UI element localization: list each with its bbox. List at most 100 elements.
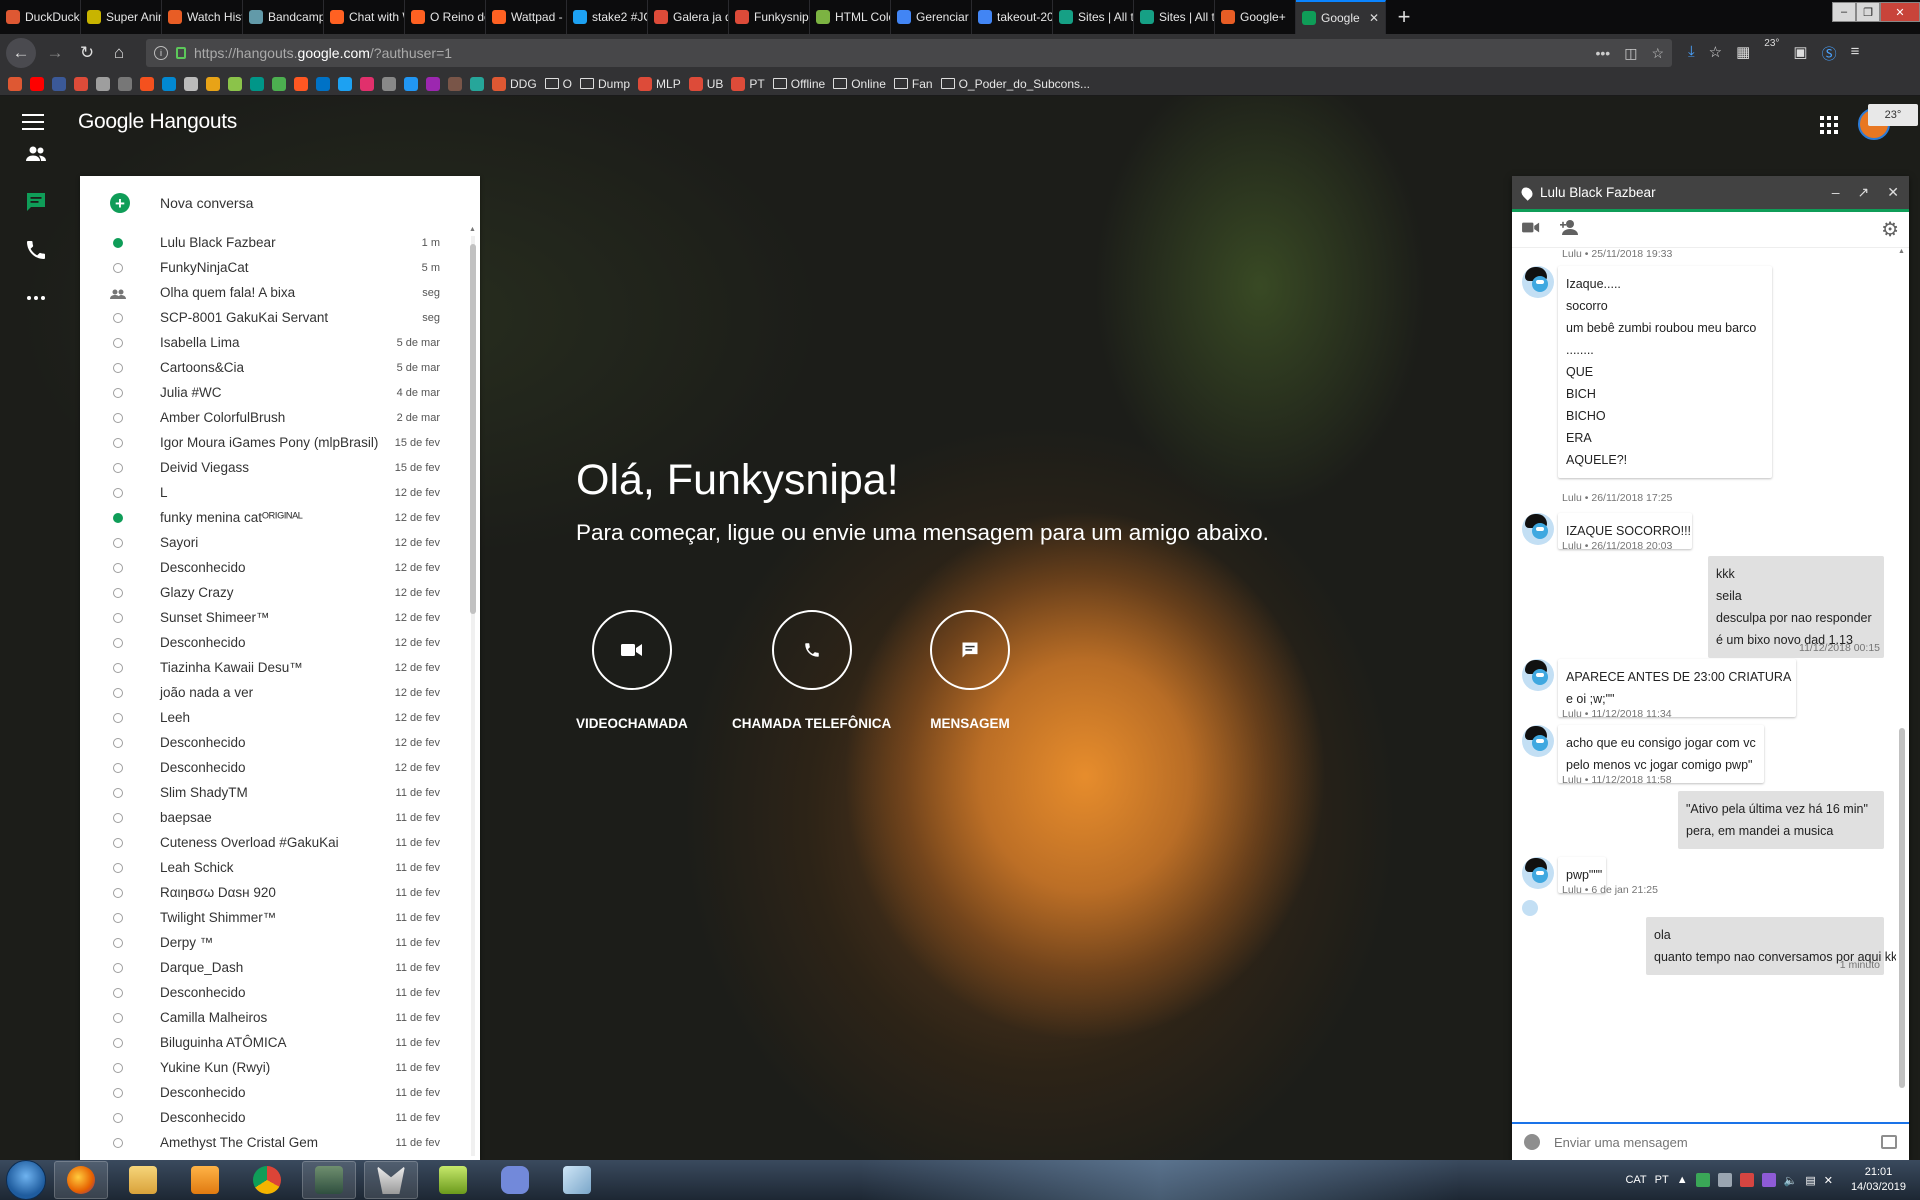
conversation-row[interactable]: Leeh 12 de fev [80,705,480,730]
back-button[interactable]: ← [6,38,36,68]
conversation-row[interactable]: Yukine Kun (Rwyi) 11 de fev [80,1055,480,1080]
browser-tab[interactable]: Chat with Watt [324,0,405,34]
chat-header[interactable]: Lulu Black Fazbear – ↗ ✕ [1512,176,1909,212]
conversations-icon[interactable] [22,188,50,216]
bookmark-item[interactable]: O [544,77,572,91]
browser-tab[interactable]: Google ✕ [1296,0,1386,34]
conversation-row[interactable]: Rαιηвσω Dαsн 920 11 de fev [80,880,480,905]
bookmark-item[interactable]: Fan [893,77,933,91]
conversation-row[interactable]: Slim ShadyTM 11 de fev [80,780,480,805]
contact-avatar[interactable] [1522,513,1554,545]
conversation-row[interactable]: Desconhecido 12 de fev [80,555,480,580]
browser-tab[interactable]: Sites | All te [1053,0,1134,34]
bookmark-star-icon[interactable]: ☆ [1651,45,1664,62]
taskbar-wolf-app[interactable] [364,1161,418,1199]
page-actions-button[interactable]: ••• [1595,45,1610,62]
start-button[interactable] [6,1160,46,1200]
close-chat-icon[interactable]: ✕ [1887,184,1899,201]
reload-button[interactable]: ↻ [74,40,100,66]
conversation-row[interactable]: FunkyNinjaCat 5 m [80,255,480,280]
video-call-icon[interactable] [1522,221,1540,239]
bookmark-item[interactable]: PT [731,76,765,91]
video-call-action[interactable]: VIDEOCHAMADA [576,610,688,731]
bookmark-site-icon[interactable] [184,76,198,91]
conversation-row[interactable]: Leah Schick 11 de fev [80,855,480,880]
browser-tab[interactable]: Gerenciar a [891,0,972,34]
tray-app-grey-icon[interactable] [1717,1173,1732,1187]
conversation-row[interactable]: Desconhecido 12 de fev [80,755,480,780]
browser-tab[interactable]: DuckDuckG [0,0,81,34]
bookmark-item[interactable]: Dump [580,77,630,91]
main-menu-icon[interactable] [22,114,44,130]
browser-tab[interactable]: Watch Hist [162,0,243,34]
tray-app-green-icon[interactable] [1695,1173,1710,1187]
bookmark-item[interactable]: Offline [772,77,825,91]
bookmark-site-icon[interactable] [382,76,396,91]
account-sync-icon[interactable]: Ⓢ [1822,43,1837,64]
bookmark-site-icon[interactable] [30,76,44,91]
taskbar-terminal[interactable] [302,1161,356,1199]
close-window-button[interactable]: ✕ [1880,2,1920,22]
bookmark-site-icon[interactable] [360,76,374,91]
conversation-row[interactable]: Derpy ™ 11 de fev [80,930,480,955]
conversation-row[interactable]: Twilight Shimmer™ 11 de fev [80,905,480,930]
taskbar-discord[interactable] [488,1161,542,1199]
conversation-row[interactable]: Igor Moura iGames Pony (mlpBrasil) 15 de … [80,430,480,455]
attach-image-icon[interactable] [1881,1135,1897,1149]
browser-tab[interactable]: Sites | All te [1134,0,1215,34]
contacts-icon[interactable] [22,140,50,168]
bookmark-site-icon[interactable] [404,76,418,91]
browser-tab[interactable]: Super Anim [81,0,162,34]
bookmark-item[interactable]: MLP [638,76,681,91]
close-tab-icon[interactable]: ✕ [1369,11,1379,25]
phone-calls-icon[interactable] [22,236,50,264]
tray-app-purple-icon[interactable] [1761,1173,1776,1187]
google-apps-icon[interactable] [1820,116,1838,134]
bookmark-site-icon[interactable] [426,76,440,91]
conversation-row[interactable]: funky menina catᴼᴿᴵᴳᴵᴺᴬᴸ 12 de fev [80,505,480,530]
home-button[interactable]: ⌂ [106,40,132,66]
bookmark-site-icon[interactable] [162,76,176,91]
taskbar-chrome[interactable] [240,1161,294,1199]
forward-button[interactable]: → [42,40,68,66]
language-indicator[interactable]: CAT [1625,1174,1646,1186]
message-input[interactable] [1552,1133,1869,1151]
bookmark-site-icon[interactable] [470,76,484,91]
browser-tab[interactable]: Funkysnipa [729,0,810,34]
emoji-icon[interactable] [1524,1134,1540,1150]
system-clock[interactable]: 21:01 14/03/2019 [1851,1165,1906,1195]
bookmark-site-icon[interactable] [316,76,330,91]
weather-extension-icon[interactable]: 23° [1764,38,1779,59]
conversation-row[interactable]: Camilla Malheiros 11 de fev [80,1005,480,1030]
conversation-row[interactable]: Lulu Black Fazbear 1 m [80,230,480,255]
chat-settings-icon[interactable]: ⚙ [1881,217,1899,242]
network-icon[interactable]: ▤ [1805,1174,1815,1187]
bookmark-site-icon[interactable] [228,76,242,91]
conversation-row[interactable]: joão nada a ver 12 de fev [80,680,480,705]
contact-avatar[interactable] [1522,659,1554,691]
contact-avatar[interactable] [1522,857,1554,889]
chat-scrollbar[interactable]: ▲ [1897,248,1907,1098]
contact-avatar[interactable] [1522,725,1554,757]
conversation-row[interactable]: Desconhecido 12 de fev [80,630,480,655]
bookmark-site-icon[interactable] [140,76,154,91]
more-options-icon[interactable] [22,284,50,312]
message-action[interactable]: MENSAGEM [930,610,1010,731]
contact-avatar[interactable] [1522,266,1554,298]
pocket-icon[interactable]: ◫ [1624,45,1637,62]
bookmark-site-icon[interactable] [8,76,22,91]
conversation-row[interactable]: Desconhecido 12 de fev [80,730,480,755]
browser-tab[interactable]: HTML Colo [810,0,891,34]
conversation-row[interactable]: Sayori 12 de fev [80,530,480,555]
bookmark-site-icon[interactable] [272,76,286,91]
extensions-icon[interactable]: ▦ [1736,43,1750,64]
taskbar-app-window[interactable] [550,1161,604,1199]
bookmark-site-icon[interactable] [250,76,264,91]
download-icon[interactable]: ⤓ [1688,43,1695,64]
bookmark-item[interactable]: Online [833,77,886,91]
conversation-row[interactable]: Desconhecido 11 de fev [80,1105,480,1130]
bookmark-site-icon[interactable] [96,76,110,91]
bookmark-site-icon[interactable] [118,76,132,91]
bookmark-item[interactable]: UB [688,76,723,91]
new-conversation-button[interactable]: + Nova conversa [80,176,480,230]
